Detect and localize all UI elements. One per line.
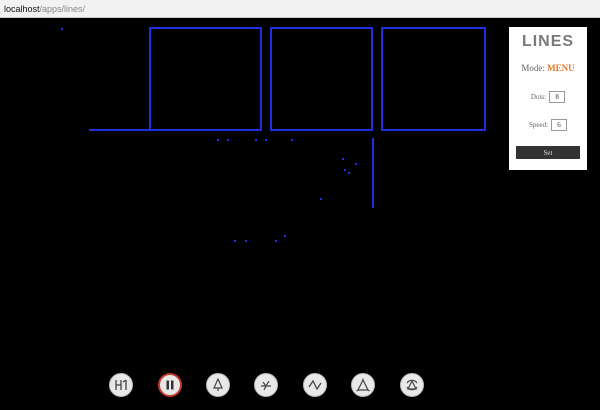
trail-dot <box>320 198 322 200</box>
trail-dot <box>275 240 277 242</box>
trail-dot <box>355 163 357 165</box>
trail-dot <box>342 158 344 160</box>
mode-label: Mode: <box>521 63 545 73</box>
trail-dot <box>284 235 286 237</box>
trail-dot <box>227 139 229 141</box>
trail-dot <box>217 139 219 141</box>
dots-label: Dots: <box>530 93 547 101</box>
tree-button[interactable] <box>206 373 230 397</box>
cycle-button[interactable] <box>400 373 424 397</box>
pause-icon <box>166 380 174 390</box>
trail-dot <box>234 240 236 242</box>
dots-input[interactable] <box>549 91 566 103</box>
pause-button[interactable] <box>158 373 182 397</box>
mode-row: Mode: MENU <box>509 63 587 73</box>
speed-input[interactable] <box>551 119 568 131</box>
tree-icon <box>213 378 223 391</box>
mode-value[interactable]: MENU <box>547 63 575 73</box>
trail-dot <box>291 139 293 141</box>
reset-icon <box>115 379 127 390</box>
dots-row: Dots: <box>509 91 587 103</box>
trail-dot <box>61 28 63 30</box>
address-bar[interactable]: localhost/apps/lines/ <box>0 0 600 18</box>
line-box-2 <box>270 27 373 131</box>
speed-row: Speed: <box>509 119 587 131</box>
trail-dot <box>348 172 350 174</box>
trail-dot <box>265 139 267 141</box>
toolbar <box>0 373 600 399</box>
settings-panel: LINES Mode: MENU Dots: Speed: Set <box>509 27 587 170</box>
wave-button[interactable] <box>303 373 327 397</box>
url-host: localhost <box>4 4 40 14</box>
trail-dot <box>255 139 257 141</box>
trail-dot <box>245 240 247 242</box>
star-icon <box>261 380 271 391</box>
triangle-icon <box>356 378 370 392</box>
line-box-3 <box>381 27 486 131</box>
speed-label: Speed: <box>528 121 549 129</box>
star-button[interactable] <box>254 373 278 397</box>
line-box-1 <box>149 27 262 131</box>
panel-title: LINES <box>521 33 575 50</box>
triangle-button[interactable] <box>351 373 375 397</box>
cycle-icon <box>406 379 418 391</box>
reset-button[interactable] <box>109 373 133 397</box>
wave-icon <box>308 379 322 391</box>
url-path: /apps/lines/ <box>39 4 86 14</box>
set-button[interactable]: Set <box>516 146 580 159</box>
trail-dot <box>344 169 346 171</box>
